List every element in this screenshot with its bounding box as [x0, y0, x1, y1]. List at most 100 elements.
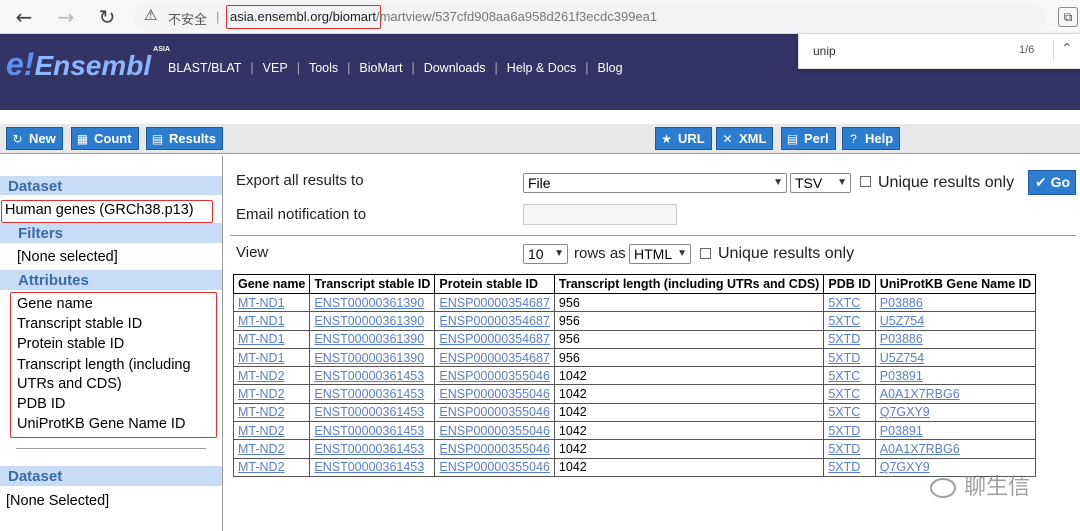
cell-gene-name[interactable]: MT-ND2: [232, 457, 311, 477]
nav-help-docs[interactable]: Help & Docs: [507, 61, 576, 75]
cell-gene-name[interactable]: MT-ND2: [232, 402, 311, 423]
filters-heading[interactable]: Filters: [18, 225, 63, 242]
cell-uniprot-id[interactable]: P03886: [874, 292, 1037, 313]
ensembl-logo[interactable]: e!EnsemblASIA: [6, 46, 170, 83]
view-unique-checkbox[interactable]: [700, 248, 711, 259]
email-field[interactable]: [523, 204, 677, 225]
url-button[interactable]: ★ URL: [655, 127, 712, 150]
nav-biomart[interactable]: BioMart: [359, 61, 402, 75]
attribute-protein-id[interactable]: Protein stable ID: [17, 336, 124, 352]
cell-pdb-id[interactable]: 5XTC: [823, 311, 876, 331]
cell-protein-id[interactable]: ENSP00000355046: [434, 421, 555, 441]
cell-pdb-id[interactable]: 5XTD: [823, 421, 876, 441]
cell-transcript-id[interactable]: ENST00000361390: [309, 329, 436, 349]
cell-gene-name[interactable]: MT-ND1: [232, 311, 311, 331]
cell-protein-id[interactable]: ENSP00000355046: [434, 366, 555, 386]
attribute-transcript-id[interactable]: Transcript stable ID: [17, 316, 142, 332]
cell-protein-id[interactable]: ENSP00000354687: [434, 311, 555, 331]
cell-gene-name[interactable]: MT-ND2: [232, 366, 311, 386]
reload-icon[interactable]: ↻: [95, 5, 119, 29]
sidebar: Dataset Human genes (GRCh38.p13) Filters…: [0, 156, 223, 531]
nav-blog[interactable]: Blog: [598, 61, 623, 75]
attribute-gene-name[interactable]: Gene name: [17, 296, 93, 312]
cell-pdb-id[interactable]: 5XTD: [823, 457, 876, 477]
cell-transcript-id[interactable]: ENST00000361453: [309, 366, 436, 386]
go-button[interactable]: ✔ Go: [1028, 170, 1076, 195]
cell-transcript-id[interactable]: ENST00000361453: [309, 457, 436, 477]
cell-protein-id[interactable]: ENSP00000355046: [434, 439, 555, 459]
cell-pdb-id[interactable]: 5XTD: [823, 439, 876, 459]
forward-arrow-icon[interactable]: →: [54, 5, 78, 29]
attribute-transcript-length[interactable]: Transcript length (including: [17, 357, 191, 373]
cell-gene-name[interactable]: MT-ND1: [232, 347, 311, 368]
cell-transcript-id[interactable]: ENST00000361390: [309, 311, 436, 331]
cell-transcript-id[interactable]: ENST00000361453: [309, 402, 436, 423]
view-format-select[interactable]: HTML ▼: [629, 244, 691, 264]
cell-uniprot-id[interactable]: P03891: [874, 366, 1037, 386]
cell-protein-id[interactable]: ENSP00000354687: [434, 329, 555, 349]
back-arrow-icon[interactable]: ←: [12, 5, 36, 29]
find-input[interactable]: unip: [813, 44, 836, 58]
results-table: Gene name Transcript stable ID Protein s…: [232, 274, 1037, 477]
help-button[interactable]: ? Help: [842, 127, 901, 150]
xml-button[interactable]: ✕ XML: [716, 127, 774, 150]
cell-protein-id[interactable]: ENSP00000355046: [434, 457, 555, 477]
cell-uniprot-id[interactable]: P03891: [874, 421, 1037, 441]
dataset-value[interactable]: Human genes (GRCh38.p13): [5, 202, 194, 218]
cell-uniprot-id[interactable]: U5Z754: [874, 311, 1037, 331]
cell-uniprot-id[interactable]: P03886: [874, 329, 1037, 349]
cell-pdb-id[interactable]: 5XTC: [823, 384, 876, 404]
attribute-pdb-id[interactable]: PDB ID: [17, 396, 65, 412]
cell-protein-id[interactable]: ENSP00000354687: [434, 292, 555, 313]
url-text[interactable]: asia.ensembl.org/biomart/martview/537cfd…: [230, 9, 657, 24]
chevron-up-icon[interactable]: ⌃: [1061, 40, 1073, 57]
check-circle-icon: ✔: [1035, 174, 1047, 190]
dataset2-heading[interactable]: Dataset: [8, 468, 62, 485]
view-rows-select[interactable]: 10 ▼: [523, 244, 568, 264]
cell-gene-name[interactable]: MT-ND2: [232, 439, 311, 459]
cell-protein-id[interactable]: ENSP00000354687: [434, 347, 555, 368]
nav-downloads[interactable]: Downloads: [424, 61, 486, 75]
view-rows-value: 10: [528, 246, 544, 262]
unique-results-checkbox[interactable]: [860, 176, 871, 187]
results-button[interactable]: ▤ Results: [146, 127, 223, 150]
cell-transcript-id[interactable]: ENST00000361453: [309, 384, 436, 404]
cell-pdb-id[interactable]: 5XTD: [823, 347, 876, 368]
dataset2-value[interactable]: [None Selected]: [6, 493, 109, 509]
warning-icon[interactable]: ⚠: [144, 6, 157, 24]
nav-blast[interactable]: BLAST/BLAT: [168, 61, 241, 75]
cell-transcript-id[interactable]: ENST00000361453: [309, 421, 436, 441]
cell-uniprot-id[interactable]: U5Z754: [874, 347, 1037, 368]
filters-value[interactable]: [None selected]: [17, 249, 118, 265]
table-row: MT-ND2 ENST00000361453 ENSP00000355046 1042…: [232, 421, 1037, 441]
cell-pdb-id[interactable]: 5XTC: [823, 366, 876, 386]
cell-uniprot-id[interactable]: A0A1X7RBG6: [874, 439, 1037, 459]
perl-button[interactable]: ▤ Perl: [781, 127, 836, 150]
cell-gene-name[interactable]: MT-ND2: [232, 421, 311, 441]
extension-icon[interactable]: ⧉: [1058, 7, 1078, 27]
cell-gene-name[interactable]: MT-ND1: [232, 292, 311, 313]
cell-gene-name[interactable]: MT-ND1: [232, 329, 311, 349]
export-format-select[interactable]: TSV ▼: [790, 173, 851, 193]
cell-pdb-id[interactable]: 5XTC: [823, 292, 876, 313]
cell-gene-name[interactable]: MT-ND2: [232, 384, 311, 404]
cell-transcript-id[interactable]: ENST00000361390: [309, 292, 436, 313]
cell-transcript-id[interactable]: ENST00000361453: [309, 439, 436, 459]
cell-pdb-id[interactable]: 5XTD: [823, 329, 876, 349]
nav-vep[interactable]: VEP: [263, 61, 288, 75]
cell-pdb-id[interactable]: 5XTC: [823, 402, 876, 423]
cell-transcript-length: 956: [553, 347, 825, 368]
cell-uniprot-id[interactable]: A0A1X7RBG6: [874, 384, 1037, 404]
nav-tools[interactable]: Tools: [309, 61, 338, 75]
new-button[interactable]: ↻ New: [6, 127, 63, 150]
export-target-select[interactable]: File ▼: [523, 173, 787, 193]
cell-transcript-id[interactable]: ENST00000361390: [309, 347, 436, 368]
count-button[interactable]: ▦ Count: [71, 127, 139, 150]
dataset-heading[interactable]: Dataset: [8, 178, 62, 195]
attribute-transcript-length-cont[interactable]: UTRs and CDS): [17, 376, 122, 392]
cell-protein-id[interactable]: ENSP00000355046: [434, 384, 555, 404]
attribute-uniprot-id[interactable]: UniProtKB Gene Name ID: [17, 416, 185, 432]
attributes-heading[interactable]: Attributes: [18, 272, 89, 289]
cell-protein-id[interactable]: ENSP00000355046: [434, 402, 555, 423]
cell-uniprot-id[interactable]: Q7GXY9: [874, 402, 1037, 423]
